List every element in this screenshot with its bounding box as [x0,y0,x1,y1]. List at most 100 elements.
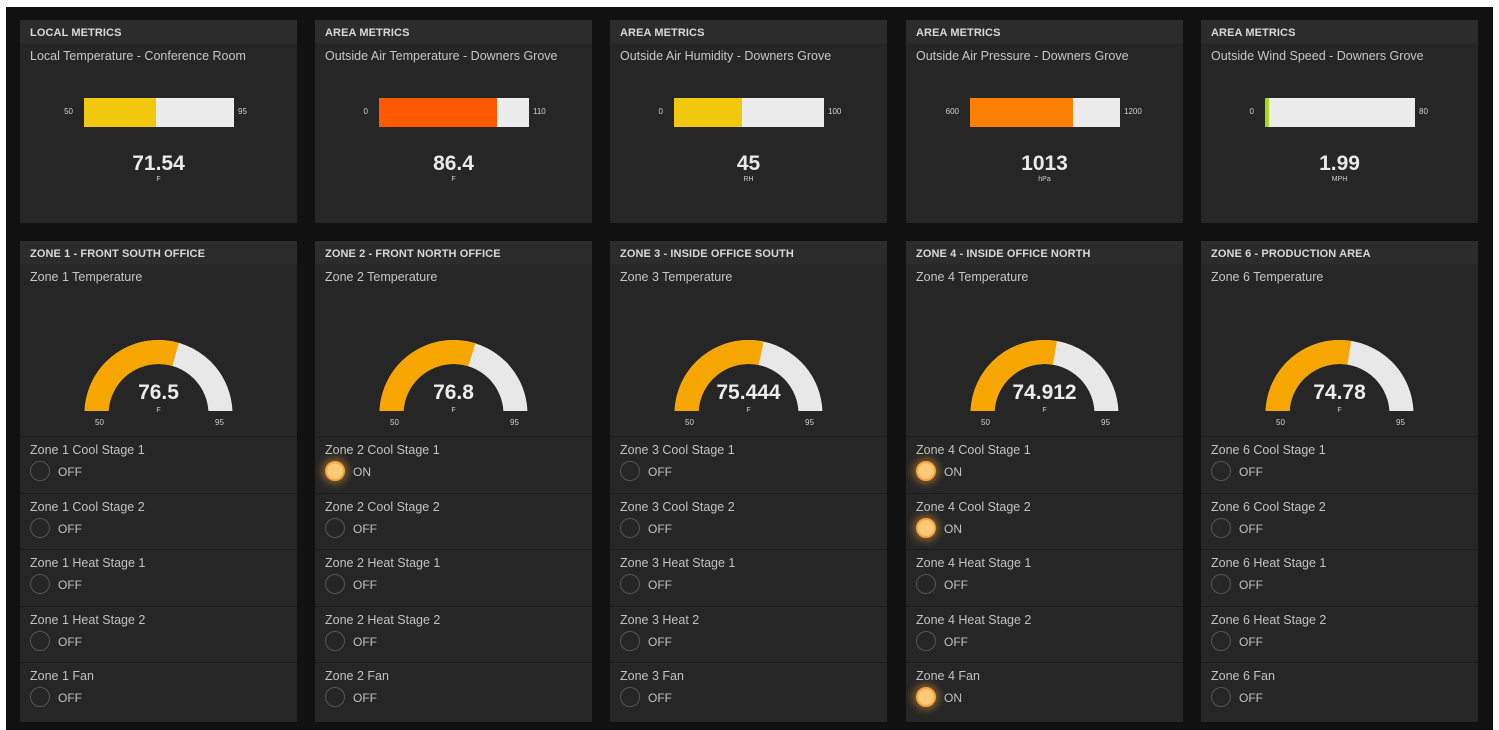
led-off-indicator[interactable] [325,517,345,538]
switch-state: OFF [648,465,672,479]
gauge-unit: F [451,407,456,414]
switch-row[interactable]: Zone 4 Fan ON [906,662,1183,719]
led-on-indicator[interactable] [916,687,936,707]
switch-state: OFF [58,465,82,479]
switch-row[interactable]: Zone 1 Fan OFF [20,662,297,719]
zone-card: ZONE 6 - PRODUCTION AREA Zone 6 Temperatu… [1201,241,1478,722]
switch-row[interactable]: Zone 1 Heat Stage 2 OFF [20,605,297,663]
led-off-indicator[interactable] [30,574,50,594]
bar-max-label: 80 [1419,107,1428,116]
bar-fill [84,98,156,127]
switch-row[interactable]: Zone 6 Heat Stage 2 OFF [1201,605,1478,663]
switch-state: ON [944,465,962,479]
metric-value: 86.4 [433,152,474,175]
bar-track [84,98,234,127]
led-off-indicator[interactable] [1211,517,1231,538]
switch-row[interactable]: Zone 4 Cool Stage 1 ON [906,436,1183,493]
zone-card: ZONE 2 - FRONT NORTH OFFICE Zone 2 Temper… [315,241,592,722]
gauge-max-label: 95 [805,418,814,427]
led-off-indicator[interactable] [620,461,640,481]
temperature-gauge: 75.444 F 50 95 [610,281,887,436]
switch-row[interactable]: Zone 3 Heat Stage 1 OFF [610,549,887,606]
switch-row[interactable]: Zone 3 Fan OFF [610,662,887,719]
switch-row[interactable]: Zone 6 Fan OFF [1201,662,1478,719]
led-off-indicator[interactable] [30,630,50,651]
switch-state: ON [353,465,371,479]
metric-title: Outside Wind Speed - Downers Grove [1211,49,1424,63]
switch-row[interactable]: Zone 2 Heat Stage 2 OFF [315,605,592,663]
card-header: ZONE 4 - INSIDE OFFICE NORTH [906,241,1183,264]
metric-unit: hPa [1038,176,1051,183]
led-off-indicator[interactable] [620,517,640,538]
led-on-indicator[interactable] [325,461,345,481]
led-off-indicator[interactable] [1211,630,1231,651]
led-off-indicator[interactable] [916,574,936,594]
metric-value: 45 [736,152,761,175]
gauge-value: 74.912 [1012,381,1077,404]
gauge-value: 76.8 [433,381,474,404]
switch-label: Zone 4 Cool Stage 2 [916,499,1031,514]
switch-row[interactable]: Zone 4 Cool Stage 2 ON [906,492,1183,550]
switch-label: Zone 2 Cool Stage 1 [325,443,440,457]
switch-row[interactable]: Zone 1 Cool Stage 1 OFF [20,436,297,493]
led-off-indicator[interactable] [30,687,50,707]
zone-card: ZONE 3 - INSIDE OFFICE SOUTH Zone 3 Tempe… [610,241,887,722]
led-off-indicator[interactable] [620,574,640,594]
switch-row[interactable]: Zone 1 Heat Stage 1 OFF [20,549,297,606]
metric-card: AREA METRICS Outside Air Humidity - Downe… [610,20,887,223]
led-on-indicator[interactable] [916,461,936,481]
switch-row[interactable]: Zone 2 Cool Stage 1 ON [315,436,592,493]
switch-label: Zone 2 Heat Stage 1 [325,556,441,570]
led-off-indicator[interactable] [916,630,936,651]
led-off-indicator[interactable] [325,574,345,594]
led-off-indicator[interactable] [325,630,345,651]
metric-value: 1013 [1021,152,1068,175]
switch-row[interactable]: Zone 4 Heat Stage 1 OFF [906,549,1183,606]
switch-row[interactable]: Zone 2 Cool Stage 2 OFF [315,492,592,550]
switch-row[interactable]: Zone 3 Heat 2 OFF [610,605,887,663]
switch-row[interactable]: Zone 2 Heat Stage 1 OFF [315,549,592,606]
switch-label: Zone 3 Cool Stage 2 [620,499,735,514]
metric-unit: F [156,176,161,183]
led-on-indicator[interactable] [916,517,936,538]
switch-state: OFF [353,691,377,705]
switch-row[interactable]: Zone 1 Cool Stage 2 OFF [20,492,297,550]
led-off-indicator[interactable] [620,687,640,707]
switch-row[interactable]: Zone 6 Cool Stage 1 OFF [1201,436,1478,493]
switch-state: OFF [1239,578,1263,592]
switch-label: Zone 4 Fan [916,669,980,683]
switch-row[interactable]: Zone 3 Cool Stage 1 OFF [610,436,887,493]
led-off-indicator[interactable] [30,517,50,538]
switch-row[interactable]: Zone 4 Heat Stage 2 OFF [906,605,1183,663]
led-off-indicator[interactable] [30,461,50,481]
gauge-min-label: 50 [981,418,990,427]
gauge-value: 75.444 [716,381,781,404]
gauge-unit: F [156,407,161,414]
led-off-indicator[interactable] [325,687,345,707]
led-off-indicator[interactable] [1211,687,1231,707]
switch-row[interactable]: Zone 3 Cool Stage 2 OFF [610,492,887,550]
switch-label: Zone 4 Cool Stage 1 [916,443,1031,457]
led-off-indicator[interactable] [1211,574,1231,594]
bar-track [379,98,529,127]
switch-label: Zone 4 Heat Stage 2 [916,612,1032,627]
led-off-indicator[interactable] [1211,461,1231,481]
bar-min-label: 0 [658,107,663,116]
metric-title: Outside Air Temperature - Downers Grove [325,49,558,63]
switch-row[interactable]: Zone 6 Heat Stage 1 OFF [1201,549,1478,606]
switch-row[interactable]: Zone 6 Cool Stage 2 OFF [1201,492,1478,550]
bar-track [674,98,824,127]
bar-max-label: 95 [238,107,247,116]
switch-state: OFF [944,634,968,649]
switch-label: Zone 3 Heat Stage 1 [620,556,736,570]
switch-label: Zone 2 Cool Stage 2 [325,499,440,514]
gauge-min-label: 50 [685,418,694,427]
switch-row[interactable]: Zone 2 Fan OFF [315,662,592,719]
level-bar: 0 80 [1201,98,1478,128]
led-off-indicator[interactable] [620,630,640,651]
metric-card: AREA METRICS Outside Wind Speed - Downers… [1201,20,1478,223]
temperature-gauge: 74.78 F 50 95 [1201,281,1478,436]
card-header: LOCAL METRICS [20,20,297,43]
metric-unit: MPH [1331,176,1348,183]
metric-value: 1.99 [1319,152,1360,175]
